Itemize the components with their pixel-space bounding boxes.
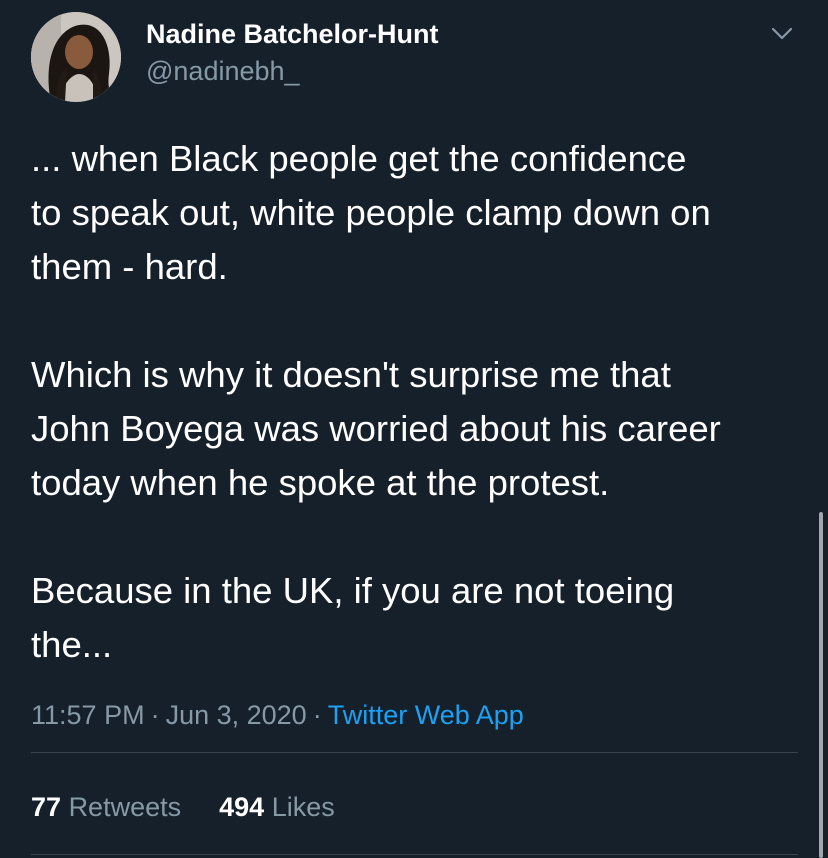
author-name[interactable]: Nadine Batchelor-Hunt — [146, 19, 439, 50]
tweet-time[interactable]: 11:57 PM — [31, 700, 145, 730]
tweet-paragraph: ... when Black people get the confidence… — [31, 138, 711, 287]
meta-separator: · — [312, 700, 322, 730]
tweet-source-link[interactable]: Twitter Web App — [328, 700, 524, 730]
tweet-meta: 11:57 PM · Jun 3, 2020 · Twitter Web App — [31, 700, 524, 731]
scrollbar[interactable] — [819, 512, 823, 858]
tweet-paragraph: Which is why it doesn't surprise me that… — [31, 354, 721, 503]
author-handle[interactable]: @nadinebh_ — [146, 56, 300, 87]
avatar-image — [31, 12, 121, 102]
retweets-stat[interactable]: 77 Retweets — [31, 792, 181, 823]
likes-label: Likes — [271, 792, 335, 822]
divider — [31, 854, 798, 855]
tweet-stats: 77 Retweets 494 Likes — [31, 792, 335, 823]
avatar[interactable] — [31, 12, 121, 102]
tweet-text: ... when Black people get the confidence… — [31, 132, 811, 726]
tweet-paragraph: Because in the UK, if you are not toeing… — [31, 570, 675, 665]
tweet-date[interactable]: Jun 3, 2020 — [166, 700, 307, 730]
retweets-label: Retweets — [68, 792, 182, 822]
retweets-count: 77 — [31, 792, 62, 822]
meta-separator: · — [150, 700, 160, 730]
likes-count: 494 — [219, 792, 265, 822]
chevron-down-icon[interactable] — [770, 22, 794, 46]
likes-stat[interactable]: 494 Likes — [219, 792, 335, 823]
tweet-card: Nadine Batchelor-Hunt @nadinebh_ ... whe… — [0, 0, 828, 858]
divider — [31, 752, 798, 753]
